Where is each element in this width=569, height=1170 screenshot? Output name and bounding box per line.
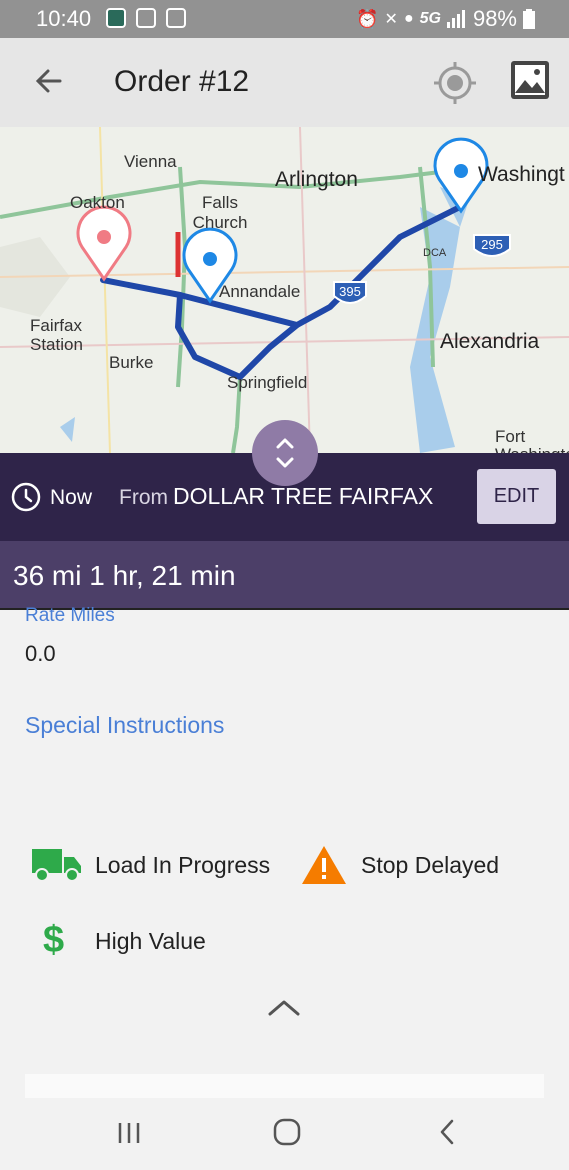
map-label-arlington: Arlington [275,168,358,191]
from-label: From [119,486,168,509]
highway-shield-395: 395 [333,281,367,304]
origin-pin-icon[interactable] [76,205,132,282]
map-label-dca: DCA [423,247,447,259]
status-right: ⏰ ✕ ● 5G 98% [356,6,535,32]
status-stop-delayed: Stop Delayed [361,852,500,878]
rate-miles-label: Rate Miles [25,605,115,626]
status-load-in-progress: Load In Progress [95,852,271,878]
map-label-fairfax-station: Fairfax Station [30,316,83,354]
map-label-burke: Burke [109,353,154,372]
order-details: Rate Miles 0.0 Special Instructions Load… [0,605,569,1098]
battery-icon [523,9,535,29]
route-summary-bar: 36 mi 1 hr, 21 min [0,541,569,610]
chevron-up-icon[interactable] [266,996,302,1020]
map-label-fort-washington: Fort Washington [495,427,569,454]
expand-map-button[interactable] [252,420,318,486]
truck-icon [32,849,81,882]
gallery-icon[interactable] [510,60,550,100]
system-nav-bar [0,1098,569,1170]
signal-icon [446,10,465,28]
highway-shield-295: 295 [473,234,511,257]
warning-icon [302,846,346,884]
next-card [25,1074,544,1098]
status-bar: 10:40 ⏰ ✕ ● 5G 98% [0,0,569,38]
map-label-alexandria: Alexandria [440,330,540,353]
image-notification-icon [166,8,186,28]
origin-name: DOLLAR TREE FAIRFAX [173,483,434,509]
app-bar: Order #12 [0,38,569,127]
edit-button[interactable]: EDIT [477,469,556,524]
status-time: 10:40 [36,6,92,31]
recent-apps-icon[interactable] [116,1120,142,1146]
system-back-icon[interactable] [436,1118,460,1146]
departure-time: Now [50,486,93,509]
mute-icon: ✕ [384,11,398,28]
back-arrow-icon[interactable] [32,64,66,98]
route-map[interactable]: 395 295 Vienna Oakton Falls Church Arlin… [0,127,569,453]
dollar-icon: $ [43,919,65,961]
clock-icon [11,482,41,512]
map-notification-icon [136,8,156,28]
route-summary: 36 mi 1 hr, 21 min [13,560,236,591]
alarm-icon: ⏰ [356,8,379,29]
home-icon[interactable] [273,1118,301,1146]
map-label-washington: Washingt [478,163,565,186]
calendar-icon [106,8,126,28]
rate-miles-value: 0.0 [25,641,56,666]
map-label-falls-church: Falls Church [192,193,248,232]
unfold-icon [276,438,294,468]
map-label-annandale: Annandale [219,282,301,301]
my-location-icon[interactable] [432,60,478,106]
location-icon: ● [403,10,414,27]
svg-text:395: 395 [339,284,361,299]
page-title: Order #12 [114,65,250,98]
special-instructions-link[interactable]: Special Instructions [25,712,224,739]
map-label-vienna: Vienna [124,152,177,171]
status-high-value: High Value [95,928,206,954]
map-label-oakton: Oakton [70,193,125,212]
battery-percent: 98% [472,6,517,31]
network-label: 5G [419,10,441,27]
map-label-springfield: Springfield [227,373,308,392]
svg-text:295: 295 [481,237,503,252]
